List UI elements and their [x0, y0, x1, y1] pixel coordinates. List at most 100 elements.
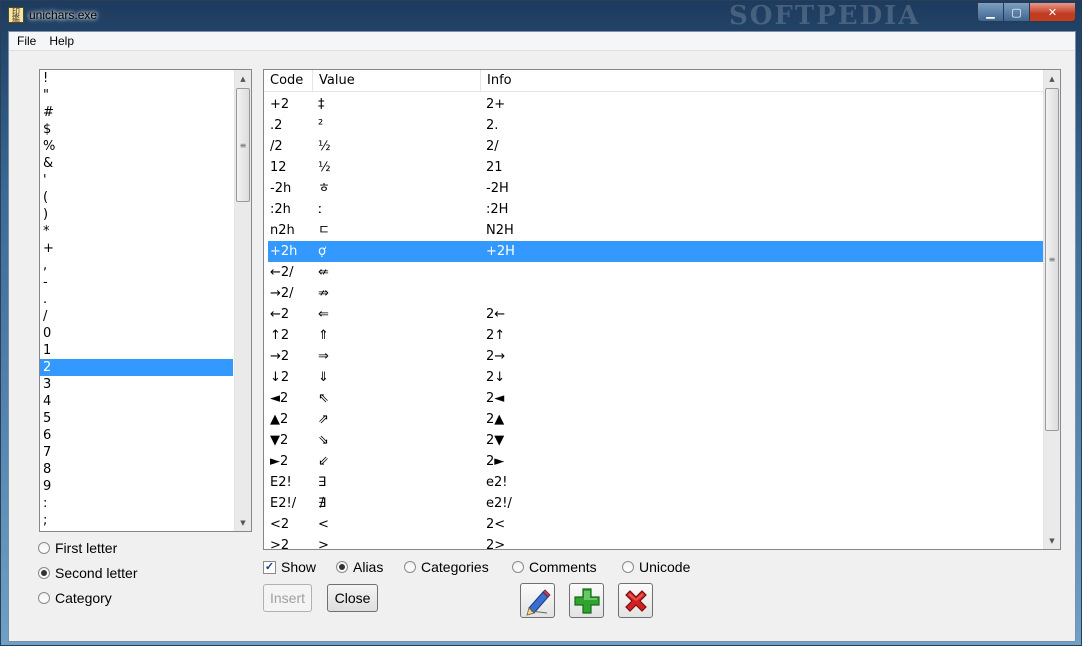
list-item[interactable]: ) [40, 206, 233, 223]
radio-circle[interactable] [622, 561, 634, 573]
table-row[interactable]: E2!/ ∄ e2!/ [268, 493, 1045, 514]
delete-button[interactable] [618, 583, 653, 618]
list-item[interactable]: % [40, 138, 233, 155]
list-item[interactable]: 6 [40, 427, 233, 444]
radio-alias[interactable]: Alias [336, 559, 383, 575]
list-item[interactable]: ( [40, 189, 233, 206]
list-item[interactable]: . [40, 291, 233, 308]
show-checkbox[interactable]: ✓ Show [263, 559, 316, 575]
minimize-button[interactable]: ▁ [977, 2, 1004, 22]
cell-info: 2↑ [486, 328, 506, 343]
radio-first-letter[interactable]: First letter [38, 540, 117, 556]
table-row[interactable]: n2h ㄷ N2H [268, 220, 1045, 241]
insert-button[interactable]: Insert [263, 584, 312, 612]
radio-circle[interactable] [404, 561, 416, 573]
pencil-icon [525, 588, 551, 616]
cell-info: 2/ [486, 139, 499, 154]
letter-list[interactable]: ! " # $% & '() * +, -./0 1 2 3 4 5 6 7 8 9:; ▲ ≡ ▼ [39, 69, 252, 532]
radio-circle[interactable] [512, 561, 524, 573]
radio-circle[interactable] [38, 542, 50, 554]
list-item[interactable]: 2 [40, 359, 233, 376]
minimize-icon: ▁ [986, 5, 995, 19]
radio-circle[interactable] [38, 567, 50, 579]
scroll-thumb[interactable]: ≡ [1045, 88, 1059, 431]
radio-label: Alias [353, 559, 384, 575]
list-item[interactable]: 9 [40, 478, 233, 495]
list-item[interactable]: + [40, 240, 233, 257]
scroll-down-arrow-icon[interactable]: ▼ [1044, 532, 1060, 549]
add-button[interactable] [569, 583, 604, 618]
radio-category[interactable]: Category [38, 590, 112, 606]
table-row[interactable]: ▲2 ⇗ 2▲ [268, 409, 1045, 430]
table-row[interactable]: 12 ½ 21 [268, 157, 1045, 178]
radio-comments[interactable]: Comments [512, 559, 597, 575]
table-row[interactable]: ↑2 ⇑ 2↑ [268, 325, 1045, 346]
table-scrollbar[interactable]: ▲ ≡ ▼ [1043, 70, 1060, 549]
list-item[interactable]: ' [40, 172, 233, 189]
menu-file[interactable]: File [17, 34, 36, 48]
close-button[interactable]: Close [327, 584, 378, 612]
edit-button[interactable] [520, 583, 555, 618]
close-window-button[interactable]: ✕ [1030, 2, 1076, 22]
column-header-code[interactable]: Code [264, 70, 313, 92]
app-icon[interactable]: 印鑑 [8, 7, 24, 23]
radio-circle[interactable] [336, 561, 348, 573]
list-item[interactable]: 7 [40, 444, 233, 461]
list-item[interactable]: * [40, 223, 233, 240]
table-row[interactable]: →2/ ⇏ [268, 283, 1045, 304]
char-table[interactable]: Code Value Info +2 ‡ 2+ .2 ² 2. /2 ½ 2/12 ½ 21 -2h ㅎ… [263, 69, 1061, 550]
table-row[interactable]: E2! ∃ e2! [268, 472, 1045, 493]
list-item[interactable]: 5 [40, 410, 233, 427]
radio-circle[interactable] [38, 592, 50, 604]
list-item[interactable]: - [40, 274, 233, 291]
cell-info: 21 [486, 160, 503, 175]
list-item[interactable]: & [40, 155, 233, 172]
table-row[interactable]: +2h ợ +2H [268, 241, 1045, 262]
column-header-value[interactable]: Value [313, 70, 481, 92]
table-row[interactable]: :2h ː:2H [268, 199, 1045, 220]
list-item[interactable]: 8 [40, 461, 233, 478]
table-row[interactable]: ←2/ ⇍ [268, 262, 1045, 283]
table-row[interactable]: ▼2 ⇘ 2▼ [268, 430, 1045, 451]
list-item[interactable]: # [40, 104, 233, 121]
table-row[interactable]: ◄2 ⇖ 2◄ [268, 388, 1045, 409]
table-row[interactable]: <2 <2< [268, 514, 1045, 535]
table-row[interactable]: +2 ‡ 2+ [268, 94, 1045, 115]
letter-list-scrollbar[interactable]: ▲ ≡ ▼ [234, 70, 251, 531]
radio-unicode[interactable]: Unicode [622, 559, 690, 575]
list-item[interactable]: ; [40, 512, 233, 529]
table-row[interactable]: →2 ⇒ 2→ [268, 346, 1045, 367]
cell-value: ∄ [318, 496, 327, 511]
table-row[interactable]: >2 >2> [268, 535, 1045, 550]
cell-code: >2 [270, 538, 290, 550]
table-row[interactable]: ←2 ⇐ 2← [268, 304, 1045, 325]
list-item[interactable]: $ [40, 121, 233, 138]
list-item[interactable]: , [40, 257, 233, 274]
list-item[interactable]: / [40, 308, 233, 325]
scroll-up-arrow-icon[interactable]: ▲ [235, 70, 251, 87]
checkbox-box[interactable]: ✓ [263, 560, 276, 574]
list-item[interactable]: ! [40, 70, 233, 87]
table-row[interactable]: /2 ½ 2/ [268, 136, 1045, 157]
column-header-info[interactable]: Info [481, 70, 1041, 92]
list-item[interactable]: 4 [40, 393, 233, 410]
table-row[interactable]: ►2 ⇙ 2► [268, 451, 1045, 472]
list-item[interactable]: " [40, 87, 233, 104]
scroll-thumb[interactable]: ≡ [236, 88, 250, 202]
table-row[interactable]: .2 ² 2. [268, 115, 1045, 136]
scroll-up-arrow-icon[interactable]: ▲ [1044, 70, 1060, 87]
scroll-down-arrow-icon[interactable]: ▼ [235, 514, 251, 531]
list-item[interactable]: : [40, 495, 233, 512]
radio-second-letter[interactable]: Second letter [38, 565, 138, 581]
list-item[interactable]: 3 [40, 376, 233, 393]
list-item[interactable]: 0 [40, 325, 233, 342]
cell-info: 2↓ [486, 370, 506, 385]
menu-help[interactable]: Help [49, 34, 74, 48]
radio-categories[interactable]: Categories [404, 559, 489, 575]
title-bar[interactable]: 印鑑 unichars.exe SOFTPEDIA ▁ ▢ ✕ [1, 1, 1081, 31]
cell-info: 2→ [486, 349, 506, 364]
maximize-button[interactable]: ▢ [1004, 2, 1030, 22]
table-row[interactable]: ↓2 ⇓ 2↓ [268, 367, 1045, 388]
list-item[interactable]: 1 [40, 342, 233, 359]
table-row[interactable]: -2h ㅎ -2H [268, 178, 1045, 199]
